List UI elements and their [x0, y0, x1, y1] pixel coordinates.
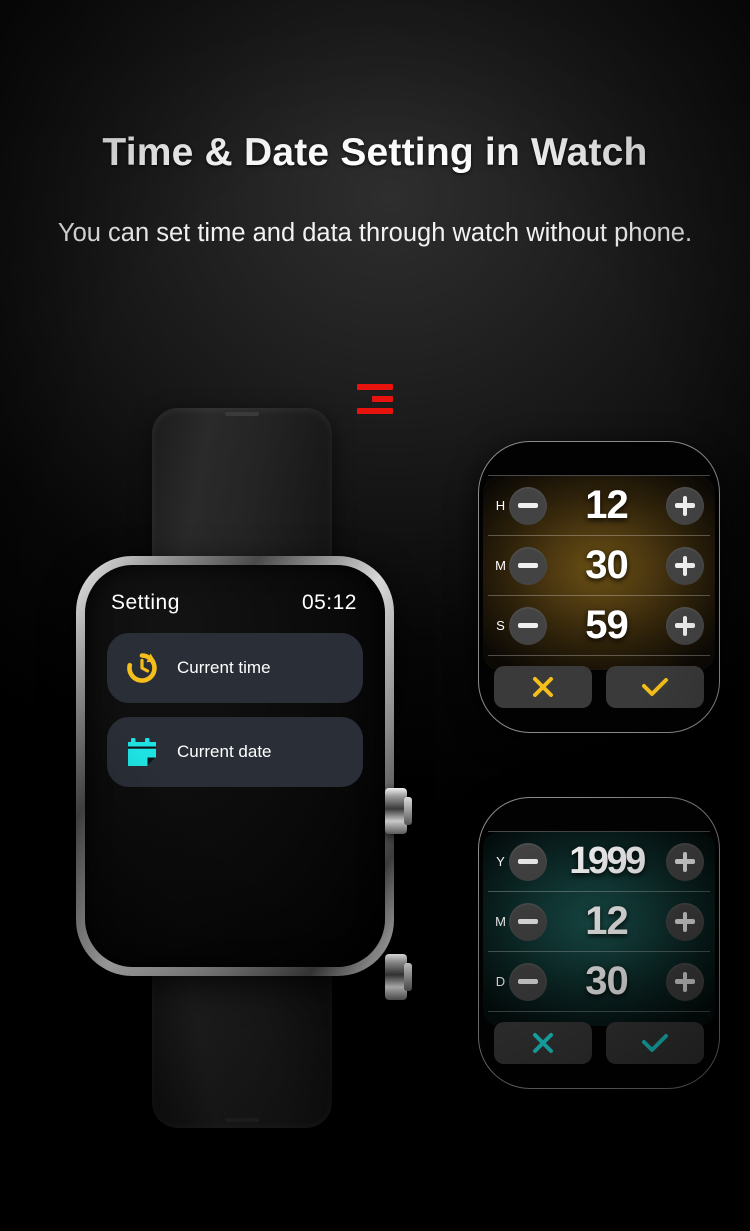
- minute-value: 30: [585, 543, 629, 587]
- time-row-second: S 59: [488, 595, 710, 655]
- clock-restore-icon: [127, 653, 157, 683]
- unit-label-day: D: [495, 974, 506, 989]
- year-decrement-button[interactable]: [509, 842, 547, 881]
- logo-bar-middle: [372, 396, 393, 402]
- minute-decrement-button[interactable]: [509, 546, 547, 585]
- hour-value: 12: [585, 483, 629, 527]
- minute-increment-button[interactable]: [666, 546, 704, 585]
- menu-item-label: Current time: [177, 658, 271, 677]
- crown-button-top[interactable]: [385, 788, 412, 834]
- second-increment-button[interactable]: [666, 606, 704, 645]
- day-decrement-button[interactable]: [509, 962, 547, 1001]
- year-increment-button[interactable]: [666, 842, 704, 881]
- unit-label-minute: M: [495, 558, 506, 573]
- second-value: 59: [585, 603, 629, 647]
- time-panel-actions: [488, 655, 710, 708]
- close-icon: [533, 1033, 553, 1053]
- time-cancel-button[interactable]: [494, 666, 592, 708]
- menu-item-current-date[interactable]: Current date: [107, 717, 363, 787]
- time-confirm-button[interactable]: [606, 666, 704, 708]
- date-row-year: Y 1999: [488, 831, 710, 891]
- date-confirm-button[interactable]: [606, 1022, 704, 1064]
- unit-label-year: Y: [496, 854, 505, 869]
- month-increment-button[interactable]: [666, 902, 704, 941]
- year-value: 1999: [569, 840, 646, 882]
- month-decrement-button[interactable]: [509, 902, 547, 941]
- screen-clock: 05:12: [301, 591, 357, 614]
- close-icon: [533, 677, 553, 697]
- second-decrement-button[interactable]: [509, 606, 547, 645]
- menu-item-current-time[interactable]: Current time: [107, 633, 363, 703]
- month-value: 12: [585, 899, 629, 943]
- hour-increment-button[interactable]: [666, 486, 704, 525]
- page-title: Time & Date Setting in Watch: [102, 131, 648, 174]
- logo-bar-top: [357, 384, 393, 390]
- header: Time & Date Setting in Watch You can set…: [0, 131, 750, 254]
- page-background: Time & Date Setting in Watch You can set…: [0, 0, 750, 1231]
- page-subtitle: You can set time and data through watch …: [57, 218, 693, 247]
- screen-title: Setting: [111, 591, 180, 614]
- calendar-icon: [128, 738, 156, 766]
- date-panel-actions: [488, 1011, 710, 1064]
- day-increment-button[interactable]: [666, 962, 704, 1001]
- time-setting-panel: H 12 M 30 S 59: [478, 441, 720, 733]
- date-row-month: M 12: [488, 891, 710, 951]
- check-icon: [642, 678, 668, 696]
- time-row-hour: H 12: [488, 475, 710, 535]
- date-setting-panel: Y 1999 M 12 D 30: [478, 797, 720, 1089]
- crown-button-bottom[interactable]: [385, 954, 412, 1000]
- menu-item-label: Current date: [177, 742, 272, 761]
- day-value: 30: [585, 959, 629, 1003]
- unit-label-hour: H: [495, 498, 506, 513]
- watch-screen-topbar: Setting 05:12: [107, 591, 363, 615]
- hour-decrement-button[interactable]: [509, 486, 547, 525]
- smartwatch: Setting 05:12 Current time Current date: [72, 408, 412, 1128]
- watch-case: Setting 05:12 Current time Current date: [76, 556, 412, 1000]
- unit-label-second: S: [496, 618, 505, 633]
- date-cancel-button[interactable]: [494, 1022, 592, 1064]
- unit-label-month: M: [495, 914, 506, 929]
- time-row-minute: M 30: [488, 535, 710, 595]
- date-row-day: D 30: [488, 951, 710, 1011]
- check-icon: [642, 1034, 668, 1052]
- watch-screen: Setting 05:12 Current time Current date: [85, 565, 385, 967]
